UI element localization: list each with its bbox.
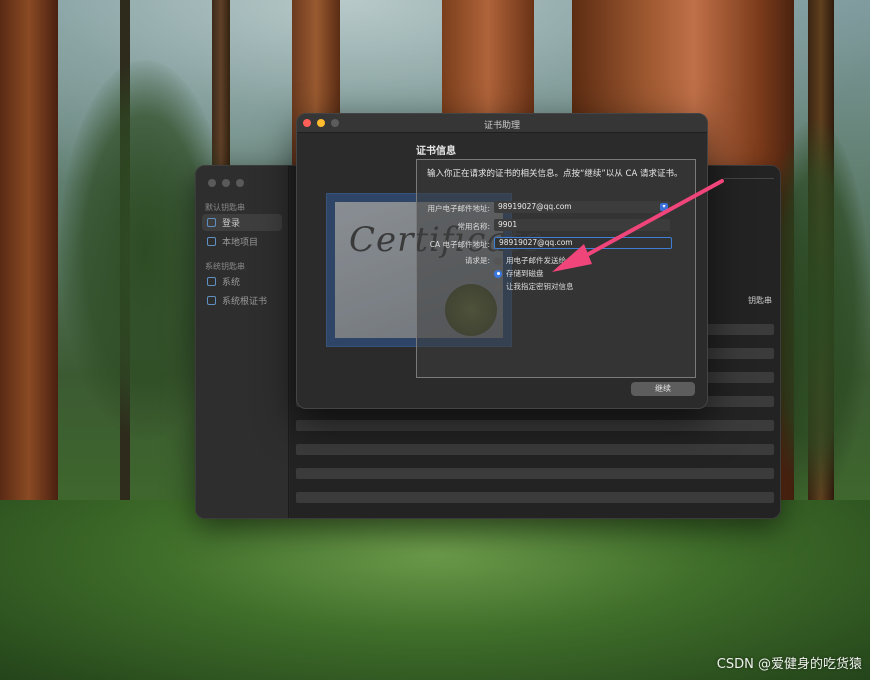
window-title: 证书助理	[483, 121, 520, 131]
certificate-info-form: 输入你正在请求的证书的相关信息。点按“继续”以从 CA 请求证书。 用户电子邮件…	[416, 159, 696, 378]
sidebar-group-default: 默认钥匙串	[205, 203, 245, 212]
user-email-label: 用户电子邮件地址:	[427, 204, 490, 213]
sidebar-item-label: 系统根证书	[222, 297, 268, 307]
zoom-button[interactable]	[236, 179, 244, 187]
sidebar-group-system: 系统钥匙串	[205, 262, 245, 271]
folder-icon	[207, 237, 216, 246]
keychain-sidebar: 默认钥匙串 登录 本地项目 系统钥匙串 系统 系统根证书	[196, 166, 289, 518]
radio-button[interactable]	[494, 256, 502, 265]
continue-button[interactable]: 继续	[631, 382, 695, 396]
user-email-popup[interactable]: 98919027@qq.com ▾	[494, 201, 670, 213]
common-name-input[interactable]: 9901	[494, 219, 670, 231]
sidebar-item-label: 本地项目	[222, 238, 259, 248]
table-row[interactable]	[296, 420, 774, 431]
sidebar-item-label: 登录	[222, 219, 241, 229]
radio-label: 用电子邮件发送给	[506, 256, 566, 265]
sidebar-item-label: 系统	[222, 278, 241, 288]
request-type-label: 请求是:	[464, 256, 490, 265]
radio-button[interactable]	[494, 269, 502, 278]
sidebar-item-system-roots[interactable]: 系统根证书	[202, 292, 282, 309]
instruction-text: 输入你正在请求的证书的相关信息。点按“继续”以从 CA 请求证书。	[427, 169, 683, 179]
section-title: 证书信息	[416, 146, 456, 157]
tree-trunk	[0, 0, 58, 520]
common-name-label: 常用名称:	[457, 222, 490, 231]
toolbar-divider	[724, 178, 774, 179]
sidebar-item-login[interactable]: 登录	[202, 214, 282, 231]
title-bar: 证书助理	[297, 114, 707, 133]
window-controls	[208, 179, 244, 187]
lock-icon	[207, 277, 216, 286]
close-button[interactable]	[208, 179, 216, 187]
ca-email-label: CA 电子邮件地址:	[429, 240, 490, 249]
common-name-value: 9901	[498, 220, 518, 229]
table-row[interactable]	[296, 444, 774, 455]
checkbox-specify-key-pair[interactable]: 让我指定密钥对信息	[494, 281, 574, 292]
chevron-down-icon: ▾	[660, 203, 668, 211]
radio-email-to-ca[interactable]: 用电子邮件发送给	[494, 255, 566, 266]
sidebar-item-local-items[interactable]: 本地项目	[202, 233, 282, 250]
table-row[interactable]	[296, 468, 774, 479]
table-row[interactable]	[296, 492, 774, 503]
certificate-assistant-window[interactable]: 证书助理 Certificate 证书信息 输入你正在请求的证书的相关信息。点按…	[296, 113, 708, 409]
radio-label: 存储到磁盘	[506, 269, 544, 278]
radio-save-to-disk[interactable]: 存储到磁盘	[494, 268, 544, 279]
watermark: CSDN @爱健身的吃货猿	[716, 657, 862, 672]
column-header-keychain[interactable]: 钥匙串	[748, 295, 772, 306]
ca-email-value: 98919027@qq.com	[499, 238, 573, 247]
sidebar-item-system[interactable]: 系统	[202, 273, 282, 290]
badge-icon	[207, 296, 216, 305]
minimize-button[interactable]	[222, 179, 230, 187]
person-icon	[207, 218, 216, 227]
ca-email-input[interactable]: 98919027@qq.com	[494, 237, 672, 249]
checkbox[interactable]	[494, 282, 502, 291]
checkbox-label: 让我指定密钥对信息	[506, 282, 574, 291]
user-email-value: 98919027@qq.com	[498, 202, 572, 211]
